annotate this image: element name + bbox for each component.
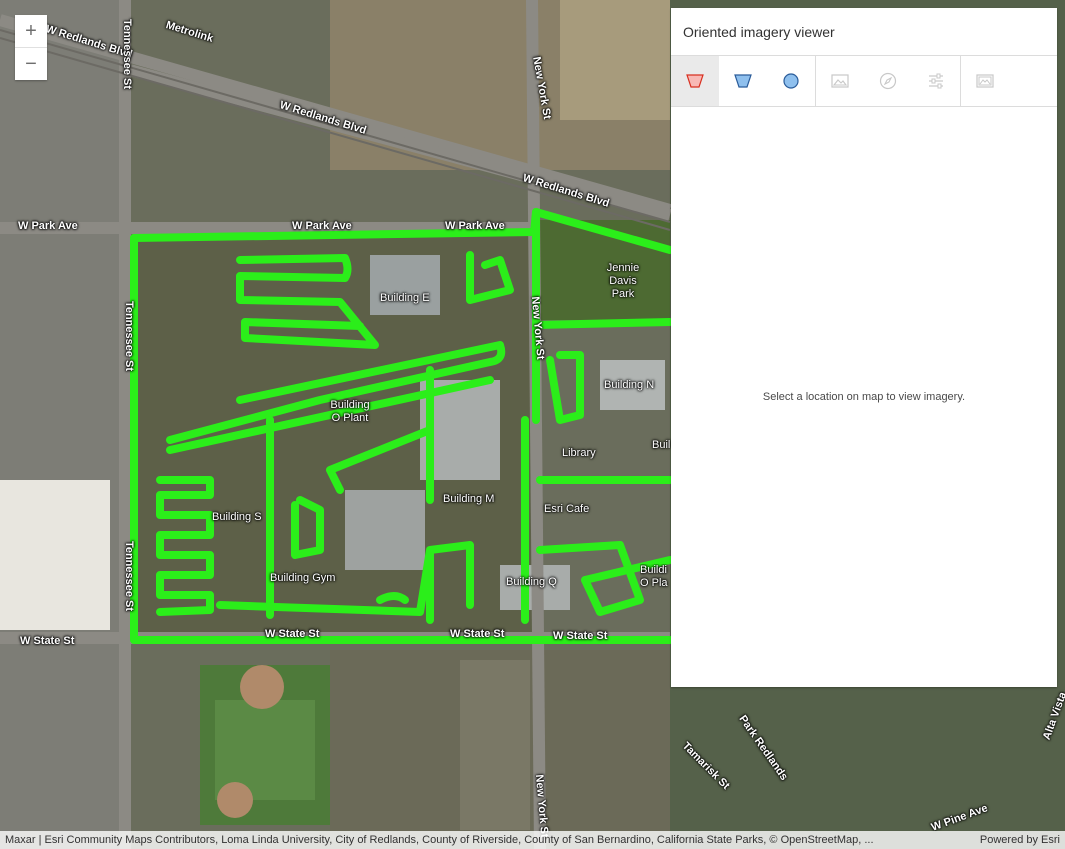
camera-footprint-icon xyxy=(734,74,752,88)
settings-sliders-icon xyxy=(929,73,943,89)
powered-by-link[interactable]: Powered by Esri xyxy=(980,834,1060,846)
settings-button[interactable] xyxy=(912,56,960,106)
panel-toolbar xyxy=(671,56,1057,107)
coverage-circle-icon xyxy=(783,73,799,89)
zoom-in-button[interactable]: + xyxy=(15,15,47,47)
camera-footprint-tool-button[interactable] xyxy=(719,56,767,106)
zoom-control: + − xyxy=(15,15,47,80)
compass-button[interactable] xyxy=(864,56,912,106)
oriented-imagery-panel: Oriented imagery viewer Select a locatio… xyxy=(671,8,1057,687)
attribution-text[interactable]: Maxar | Esri Community Maps Contributors… xyxy=(5,834,874,846)
compass-icon xyxy=(879,72,897,90)
panel-title: Oriented imagery viewer xyxy=(671,8,1057,56)
gallery-button[interactable] xyxy=(961,56,1009,106)
image-enhance-icon xyxy=(831,74,849,88)
footprint-tool-button[interactable] xyxy=(671,56,719,106)
zoom-out-button[interactable]: − xyxy=(15,47,47,80)
footprint-icon xyxy=(686,74,704,88)
attribution-bar: Maxar | Esri Community Maps Contributors… xyxy=(0,831,1065,849)
gallery-icon xyxy=(976,74,994,88)
panel-body: Select a location on map to view imagery… xyxy=(671,106,1057,687)
image-enhance-button[interactable] xyxy=(816,56,864,106)
coverage-tool-button[interactable] xyxy=(767,56,815,106)
empty-state-message: Select a location on map to view imagery… xyxy=(762,390,966,403)
